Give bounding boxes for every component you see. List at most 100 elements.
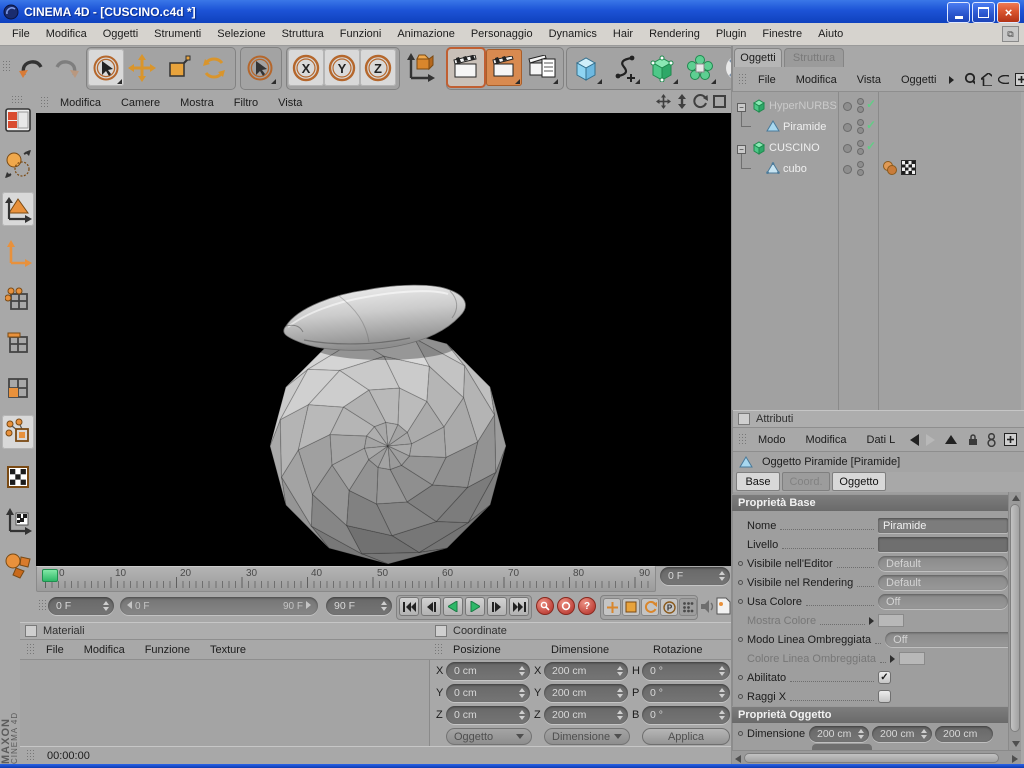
attributes-vscrollbar[interactable] bbox=[1008, 492, 1021, 750]
redo-icon[interactable] bbox=[50, 49, 86, 86]
viewport-maximize-icon[interactable] bbox=[713, 95, 726, 108]
usa-colore-dropdown[interactable]: Off bbox=[878, 594, 1008, 609]
visibile-rendering-dropdown[interactable]: Default bbox=[878, 575, 1008, 590]
points-mode-icon[interactable] bbox=[2, 282, 34, 316]
materials-list-area[interactable] bbox=[20, 660, 430, 746]
om-home-icon[interactable] bbox=[981, 73, 992, 86]
goto-start-icon[interactable] bbox=[399, 597, 419, 616]
end-frame-field[interactable]: 90 F bbox=[326, 597, 392, 615]
menu-funzioni[interactable]: Funzioni bbox=[332, 25, 390, 43]
close-button[interactable]: × bbox=[997, 2, 1020, 23]
expand-tools-icon[interactable] bbox=[720, 49, 731, 86]
history-forward-icon[interactable] bbox=[926, 434, 935, 446]
document-keys-icon[interactable] bbox=[716, 597, 731, 618]
lock-icon[interactable] bbox=[967, 433, 979, 446]
nome-field[interactable]: Piramide bbox=[878, 518, 1008, 533]
om-menu-oggetti[interactable]: Oggetti bbox=[892, 72, 945, 88]
add-spline-icon[interactable] bbox=[606, 49, 642, 86]
section-proprieta-base[interactable]: Proprietà Base bbox=[732, 494, 1008, 511]
lock-z-axis-icon[interactable]: Z bbox=[360, 49, 396, 86]
om-menu-vista[interactable]: Vista bbox=[848, 72, 890, 88]
vp-menu-camere[interactable]: Camere bbox=[112, 95, 169, 111]
add-array-icon[interactable] bbox=[682, 49, 718, 86]
sphere-object[interactable] bbox=[270, 328, 506, 564]
goto-end-icon[interactable] bbox=[509, 597, 529, 616]
menu-hair[interactable]: Hair bbox=[605, 25, 641, 43]
history-back-icon[interactable] bbox=[910, 434, 919, 446]
tree-item-hypernurbs[interactable]: HyperNURBS bbox=[769, 100, 837, 112]
layer-dot[interactable] bbox=[843, 165, 852, 174]
om-search-icon[interactable] bbox=[964, 72, 975, 87]
menu-strumenti[interactable]: Strumenti bbox=[146, 25, 209, 43]
scroll-down-icon[interactable] bbox=[1012, 741, 1020, 747]
tab-struttura[interactable]: Struttura bbox=[784, 48, 844, 67]
dimensione-x-field[interactable]: 200 cm bbox=[809, 726, 869, 742]
layer-dot[interactable] bbox=[843, 123, 852, 132]
record-parameter-icon[interactable]: P bbox=[660, 598, 678, 616]
frame-range-slider[interactable]: 0 F 90 F bbox=[120, 597, 318, 615]
add-hypernurbs-icon[interactable] bbox=[644, 49, 680, 86]
move-tool-icon[interactable] bbox=[124, 49, 160, 86]
edges-mode-icon[interactable] bbox=[2, 326, 34, 360]
lock-y-axis-icon[interactable]: Y bbox=[324, 49, 360, 86]
rot-h-field[interactable]: 0 ° bbox=[642, 662, 730, 680]
tab-base[interactable]: Base bbox=[736, 472, 780, 491]
rotate-tool-icon[interactable] bbox=[196, 49, 232, 86]
menu-struttura[interactable]: Struttura bbox=[274, 25, 332, 43]
coord-target-dropdown[interactable]: Oggetto bbox=[446, 728, 532, 745]
viewport-canvas[interactable] bbox=[36, 113, 731, 566]
visibility-toggles[interactable] bbox=[857, 140, 862, 154]
scroll-up-icon[interactable] bbox=[1012, 495, 1020, 501]
mat-menu-modifica[interactable]: Modifica bbox=[75, 642, 134, 658]
dim-z-field[interactable]: 200 cm bbox=[544, 706, 628, 724]
coordinate-system-icon[interactable] bbox=[402, 49, 438, 86]
hscroll-thumb[interactable] bbox=[744, 753, 999, 763]
previous-key-icon[interactable] bbox=[421, 597, 441, 616]
timeline-ruler[interactable]: 0 10 20 30 40 50 60 70 80 90 bbox=[36, 566, 656, 592]
tab-oggetti[interactable]: Oggetti bbox=[734, 48, 782, 67]
menu-plugin[interactable]: Plugin bbox=[708, 25, 755, 43]
enabled-check-icon[interactable]: ✓ bbox=[866, 139, 876, 153]
vp-menu-vista[interactable]: Vista bbox=[269, 95, 311, 111]
record-keyframe-icon[interactable] bbox=[536, 597, 554, 615]
mdi-child-window-icon[interactable]: ⧉ bbox=[1002, 26, 1019, 42]
om-menu-overflow-icon[interactable] bbox=[949, 76, 954, 84]
menu-selezione[interactable]: Selezione bbox=[209, 25, 273, 43]
parent-object-icon[interactable] bbox=[945, 435, 957, 444]
coord-mode-dropdown[interactable]: Dimensione bbox=[544, 728, 630, 745]
compare-icon[interactable] bbox=[987, 433, 996, 447]
statusbar-grip[interactable] bbox=[26, 749, 35, 762]
menu-modifica[interactable]: Modifica bbox=[38, 25, 95, 43]
menu-personaggio[interactable]: Personaggio bbox=[463, 25, 541, 43]
rot-p-field[interactable]: 0 ° bbox=[642, 684, 730, 702]
section-proprieta-oggetto[interactable]: Proprietà Oggetto bbox=[732, 706, 1008, 723]
minimize-button[interactable] bbox=[947, 2, 970, 23]
dim-x-field[interactable]: 200 cm bbox=[544, 662, 628, 680]
menu-rendering[interactable]: Rendering bbox=[641, 25, 708, 43]
om-visibility-icon[interactable] bbox=[998, 75, 1009, 84]
coordinates-pin-icon[interactable] bbox=[435, 625, 447, 637]
colore-linea-swatch[interactable] bbox=[899, 652, 925, 665]
dimensione-z-field[interactable]: 200 cm bbox=[935, 726, 993, 742]
record-position-icon[interactable] bbox=[603, 598, 621, 616]
start-frame-field[interactable]: 0 F bbox=[48, 597, 114, 615]
sound-icon[interactable] bbox=[700, 599, 716, 617]
collapse-cuscino-icon[interactable]: − bbox=[737, 145, 746, 154]
pos-x-field[interactable]: 0 cm bbox=[446, 662, 530, 680]
lock-x-axis-icon[interactable]: X bbox=[288, 49, 324, 86]
tree-item-cuscino[interactable]: CUSCINO bbox=[769, 142, 820, 154]
attr-menu-dati[interactable]: Dati L bbox=[858, 432, 905, 448]
abilitato-checkbox[interactable]: ✓ bbox=[878, 671, 891, 684]
expand-arrow-icon[interactable] bbox=[869, 617, 874, 625]
raggi-x-checkbox[interactable] bbox=[878, 690, 891, 703]
materials-pin-icon[interactable] bbox=[25, 625, 37, 637]
modo-linea-dropdown[interactable]: Off bbox=[885, 632, 1015, 647]
rot-b-field[interactable]: 0 ° bbox=[642, 706, 730, 724]
om-menu-file[interactable]: File bbox=[749, 72, 785, 88]
material-tag-icon[interactable] bbox=[882, 161, 898, 175]
enabled-check-icon[interactable]: ✓ bbox=[866, 97, 876, 111]
visibility-toggles[interactable] bbox=[857, 161, 862, 175]
pos-z-field[interactable]: 0 cm bbox=[446, 706, 530, 724]
vp-menu-modifica[interactable]: Modifica bbox=[51, 95, 110, 111]
add-primitive-icon[interactable] bbox=[568, 49, 604, 86]
